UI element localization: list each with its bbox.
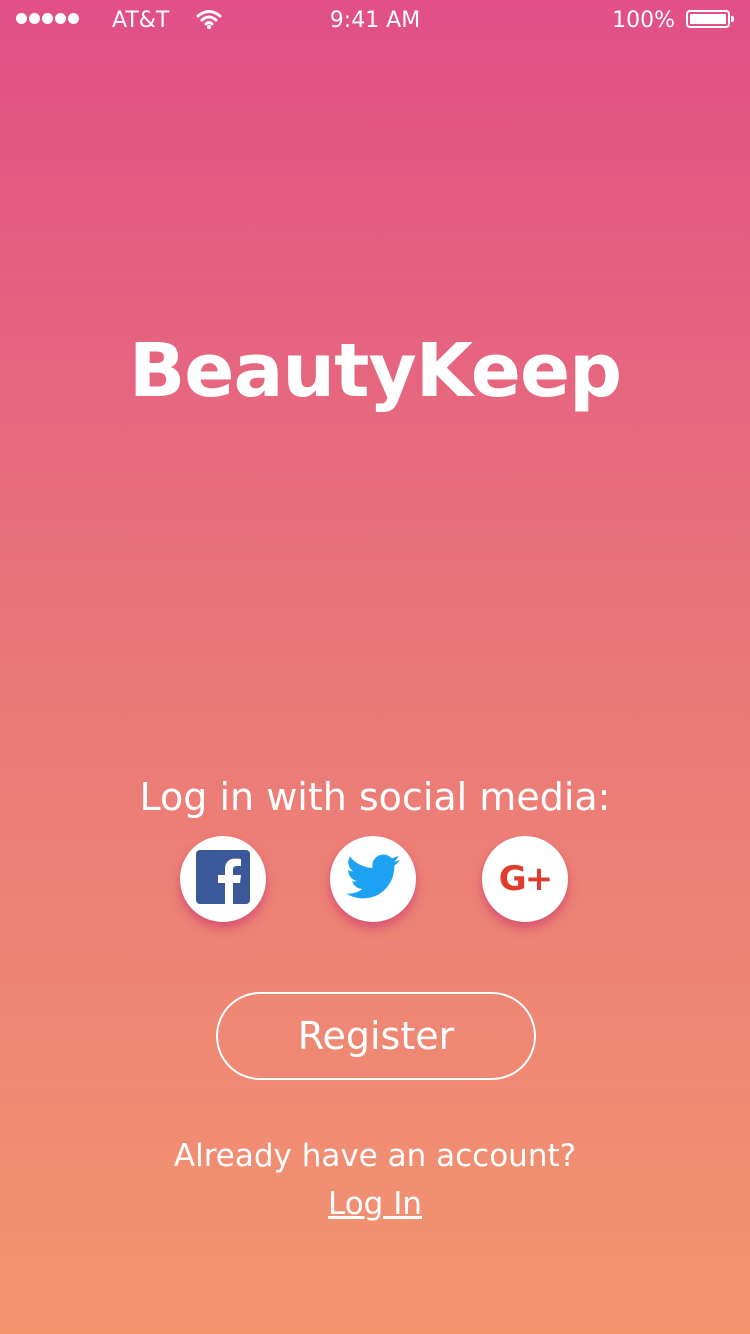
register-button[interactable]: Register: [216, 992, 536, 1080]
battery-icon: [686, 10, 734, 28]
facebook-login-button[interactable]: [180, 836, 266, 922]
social-login-label: Log in with social media:: [139, 775, 611, 819]
app-title: BeautyKeep: [128, 328, 622, 414]
login-link[interactable]: Log In: [328, 1186, 422, 1222]
login-screen: AT&T 9:41 AM 100% BeautyKeep Log in with…: [0, 0, 750, 1334]
twitter-icon: [346, 854, 400, 904]
already-have-account-text: Already have an account?: [173, 1138, 577, 1174]
twitter-login-button[interactable]: [330, 836, 416, 922]
status-bar: AT&T 9:41 AM 100%: [0, 0, 750, 40]
login-link-row: Log In: [0, 1186, 750, 1222]
google-plus-icon: G+: [498, 859, 553, 899]
facebook-icon: [196, 850, 250, 908]
google-plus-login-button[interactable]: G+: [482, 836, 568, 922]
battery-percentage: 100%: [612, 8, 675, 33]
